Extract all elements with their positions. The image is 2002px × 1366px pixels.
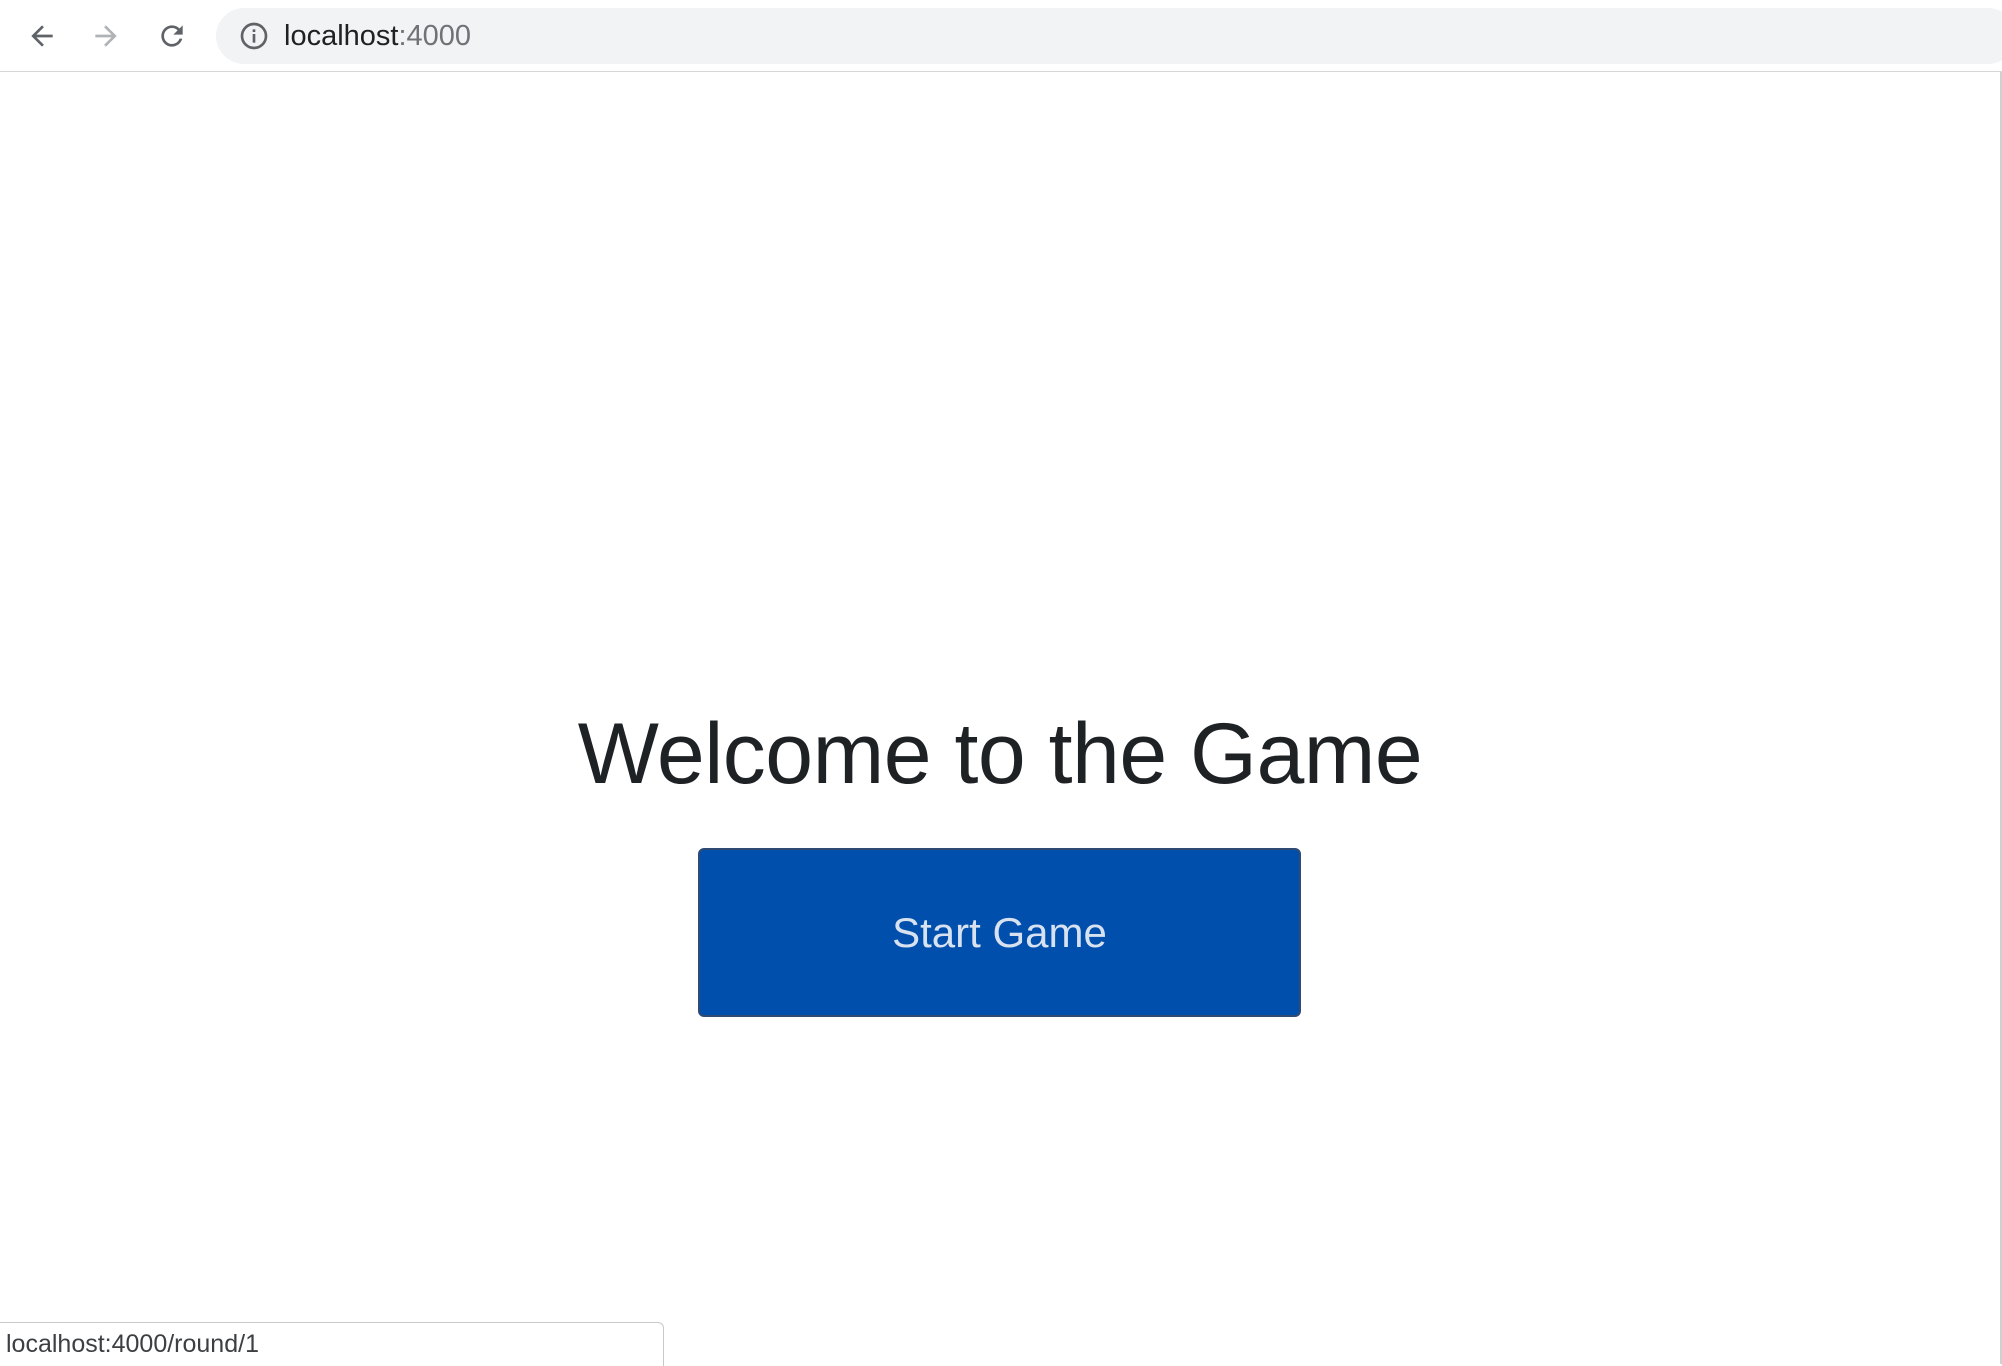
link-status-bubble: localhost:4000/round/1 — [0, 1322, 664, 1366]
address-bar[interactable]: localhost:4000 — [216, 8, 2002, 64]
page-title: Welcome to the Game — [577, 706, 1423, 802]
reload-button[interactable] — [150, 14, 194, 58]
info-icon[interactable] — [238, 20, 270, 52]
page-content: Welcome to the Game Start Game — [0, 72, 2000, 1364]
browser-toolbar: localhost:4000 — [0, 0, 2002, 72]
start-game-button[interactable]: Start Game — [698, 848, 1301, 1017]
reload-icon — [161, 25, 183, 47]
address-host: localhost — [284, 20, 399, 52]
arrow-right-icon — [95, 25, 117, 47]
arrow-left-icon — [31, 25, 53, 47]
forward-button[interactable] — [84, 14, 128, 58]
address-port: :4000 — [398, 20, 472, 52]
address-url: localhost:4000 — [284, 8, 471, 64]
back-button[interactable] — [20, 14, 64, 58]
